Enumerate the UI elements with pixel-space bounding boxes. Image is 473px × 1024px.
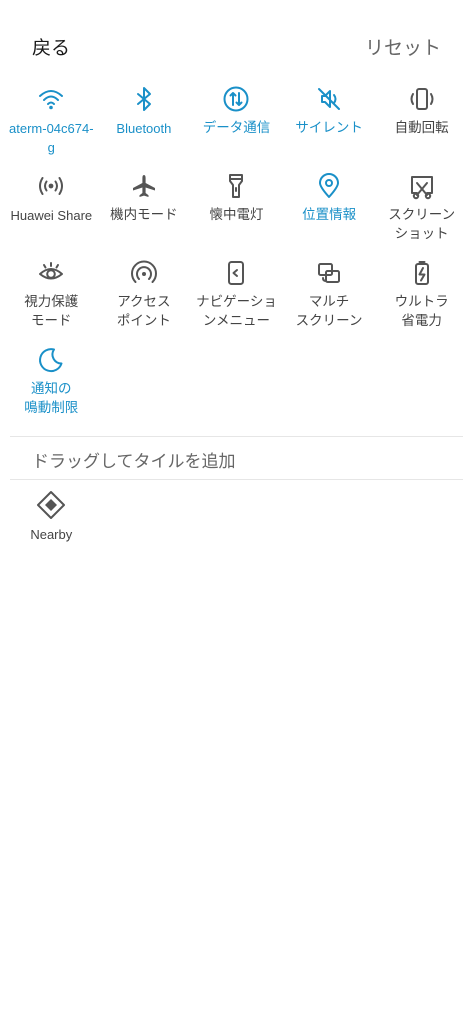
tile-label: サイレント [295, 120, 363, 136]
huawei-share-icon [36, 171, 66, 201]
tile-auto-rotate[interactable]: 自動回転 [375, 82, 468, 169]
tile-row: aterm-04c674- g Bluetooth データ通信 サイレント 自動回転 [5, 82, 468, 169]
tile-nearby[interactable]: Nearby [5, 488, 98, 575]
auto-rotate-icon [407, 84, 437, 114]
location-icon [314, 171, 344, 201]
tile-row: Nearby [5, 488, 468, 575]
tile-flashlight[interactable]: 懐中電灯 [190, 169, 283, 256]
tile-screenshot[interactable]: スクリーン ショット [375, 169, 468, 256]
tile-multi-screen[interactable]: マルチ スクリーン [283, 256, 376, 343]
tile-label: データ通信 [202, 120, 271, 136]
tile-eye-comfort[interactable]: 視力保護 モード [5, 256, 98, 343]
multi-screen-icon [314, 258, 344, 288]
tile-mobile-data[interactable]: データ通信 [190, 82, 283, 169]
tile-bluetooth[interactable]: Bluetooth [98, 82, 191, 169]
tile-location[interactable]: 位置情報 [283, 169, 376, 256]
back-button[interactable]: 戻る [32, 33, 70, 60]
tile-row: 視力保護 モード アクセス ポイント ナビゲーショ ンメニュー マルチ スクリーン ウル… [5, 256, 468, 343]
eye-comfort-icon [36, 258, 66, 288]
bluetooth-icon [129, 84, 159, 114]
tile-ultra-power[interactable]: ウルトラ 省電力 [375, 256, 468, 343]
hotspot-icon [129, 258, 159, 288]
flashlight-icon [221, 171, 251, 201]
tile-silent[interactable]: サイレント [283, 82, 376, 169]
tile-wifi[interactable]: aterm-04c674- g [5, 82, 98, 169]
mobile-data-icon [221, 84, 251, 114]
divider [10, 479, 463, 480]
navigation-icon [221, 258, 251, 288]
divider [10, 436, 463, 437]
ultra-power-icon [407, 258, 437, 288]
available-tiles-grid: Nearby [5, 488, 468, 575]
reset-button[interactable]: リセット [365, 33, 441, 60]
tile-label: ナビゲーショ ンメニュー [196, 294, 277, 329]
tile-label: 機内モード [110, 207, 178, 223]
tile-airplane[interactable]: 機内モード [98, 169, 191, 256]
tile-label: アクセス ポイント [116, 294, 171, 329]
tile-hotspot[interactable]: アクセス ポイント [98, 256, 191, 343]
tile-label: スクリーン ショット [388, 207, 456, 242]
tile-label: aterm-04c674- g [9, 121, 94, 155]
tile-label: Bluetooth [116, 121, 172, 136]
tile-label: Nearby [30, 527, 73, 542]
tile-label: 自動回転 [394, 120, 449, 136]
tile-label: Huawei Share [10, 208, 93, 223]
active-tiles-grid: aterm-04c674- g Bluetooth データ通信 サイレント 自動回転 Hu… [5, 82, 468, 430]
tile-label: 通知の 鳴動制限 [24, 381, 79, 416]
tile-row: 通知の 鳴動制限 [5, 343, 468, 430]
add-tiles-section-title: ドラッグしてタイルを追加 [32, 452, 236, 472]
tile-navigation[interactable]: ナビゲーショ ンメニュー [190, 256, 283, 343]
screenshot-icon [407, 171, 437, 201]
tile-label: 位置情報 [302, 207, 357, 223]
silent-icon [314, 84, 344, 114]
tile-row: Huawei Share 機内モード 懐中電灯 位置情報 スクリーン ショット [5, 169, 468, 256]
airplane-icon [129, 171, 159, 201]
tile-label: ウルトラ 省電力 [394, 294, 449, 329]
tile-label: 懐中電灯 [209, 207, 264, 223]
tile-label: 視力保護 モード [24, 294, 79, 329]
tile-huawei-share[interactable]: Huawei Share [5, 169, 98, 256]
do-not-disturb-icon [36, 345, 66, 375]
wifi-icon [36, 84, 66, 114]
tile-label: マルチ スクリーン [295, 294, 363, 329]
tile-do-not-disturb[interactable]: 通知の 鳴動制限 [5, 343, 98, 430]
nearby-icon [36, 490, 66, 520]
